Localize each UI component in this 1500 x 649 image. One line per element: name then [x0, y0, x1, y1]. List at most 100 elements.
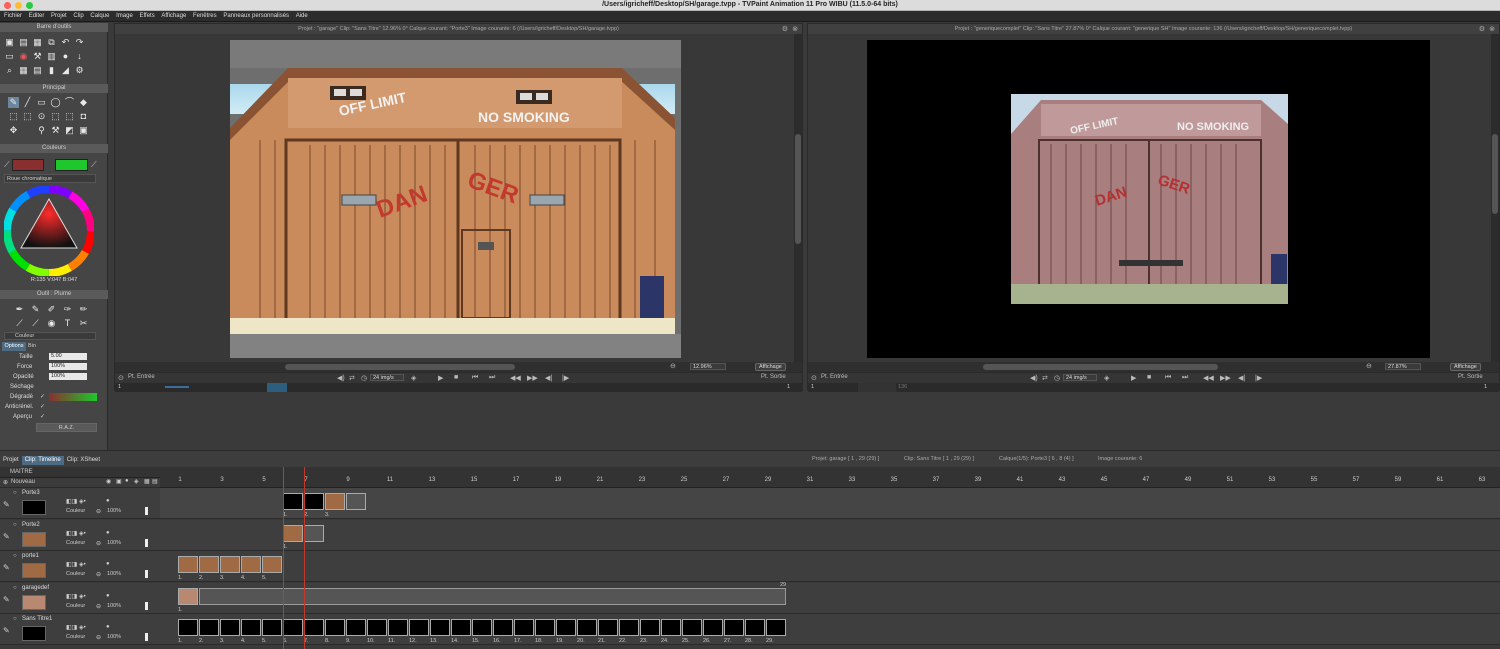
- layer-name[interactable]: porte1: [22, 553, 39, 559]
- layer-track[interactable]: 1. 2. 3. 4. 5. 6. 7. 8. 9. 10. 11. 12. 13. 14. 15. 16. 1…: [160, 614, 1500, 645]
- timeline-cell[interactable]: [556, 619, 576, 636]
- lasso-tool-icon[interactable]: ⬚: [22, 111, 33, 122]
- scroll-thumb[interactable]: [795, 134, 801, 244]
- menu-effets[interactable]: Effets: [135, 11, 154, 19]
- brush-icon[interactable]: ✎: [3, 500, 10, 509]
- timeline-cell[interactable]: [346, 619, 366, 636]
- timeline-cell[interactable]: [178, 556, 198, 573]
- knife-icon[interactable]: ⟋: [14, 318, 25, 329]
- triangle-icon[interactable]: ◢: [60, 65, 71, 76]
- canvas-area[interactable]: OFF LIMIT NO SMOKING DAN GER: [230, 40, 681, 358]
- airbrush-icon[interactable]: ✐: [46, 304, 57, 315]
- chalk-icon[interactable]: ✏: [78, 304, 89, 315]
- secondary-color-swatch[interactable]: [55, 159, 88, 171]
- timeline-cell[interactable]: [661, 619, 681, 636]
- curve-tool-icon[interactable]: ⌒: [64, 97, 75, 108]
- apercu-checkbox[interactable]: ✓: [40, 413, 45, 420]
- eyedropper-icon[interactable]: ⟋: [91, 160, 97, 170]
- layer-track[interactable]: 1. 29: [160, 582, 1500, 614]
- menu-fenetres[interactable]: Fenêtres: [189, 11, 217, 19]
- tab-clip-xsheet[interactable]: Clip: XSheet: [64, 456, 103, 465]
- timeline-cell[interactable]: [325, 493, 345, 510]
- opacity-slider[interactable]: [145, 601, 148, 610]
- shape-tool-icon[interactable]: ◩: [64, 125, 75, 136]
- move-tool-icon[interactable]: ✥: [8, 125, 19, 136]
- copy-icon[interactable]: ⧉: [46, 37, 57, 48]
- close-icon[interactable]: ⊗: [792, 25, 798, 33]
- layer-flags-icon[interactable]: ◧◨ ◈•: [66, 561, 86, 568]
- timeline-cell[interactable]: [472, 619, 492, 636]
- eye-icon[interactable]: ◉: [106, 478, 111, 485]
- timeline-cell[interactable]: [493, 619, 513, 636]
- fps-select[interactable]: 24 img/s: [370, 374, 404, 381]
- last-frame-icon[interactable]: ⏭: [1182, 374, 1188, 382]
- timeline-cell[interactable]: [178, 587, 198, 605]
- timeline-cell[interactable]: [640, 619, 660, 636]
- smudge-tool-icon[interactable]: ⚒: [50, 125, 61, 136]
- layer-track[interactable]: 1. 2. 3. 4. 5.: [160, 551, 1500, 582]
- timeline-cell[interactable]: [262, 556, 282, 573]
- menu-projet[interactable]: Projet: [47, 11, 67, 19]
- timeline-cell[interactable]: [409, 619, 429, 636]
- onion-icon[interactable]: ◈: [134, 478, 139, 485]
- layer-track[interactable]: 1.: [160, 519, 1500, 551]
- ellipse-tool-icon[interactable]: ◯: [50, 97, 61, 108]
- timeline-cell[interactable]: [703, 619, 723, 636]
- color-wheel-icon[interactable]: ◉: [18, 51, 29, 62]
- timeline-cell[interactable]: [619, 619, 639, 636]
- layer-light-icon[interactable]: ●: [106, 530, 110, 536]
- first-frame-icon[interactable]: ⏮: [1165, 374, 1171, 382]
- layer-opacity[interactable]: 100%: [107, 571, 121, 577]
- horizontal-scrollbar[interactable]: ⊖ 27.87% Affichage: [808, 362, 1499, 372]
- new-layer-icon[interactable]: ⊕: [3, 479, 8, 486]
- scrub-bar[interactable]: 1 1: [115, 383, 802, 392]
- opacity-slider[interactable]: [145, 538, 148, 547]
- loop-icon[interactable]: ⊙: [811, 374, 817, 382]
- light-icon[interactable]: ●: [125, 478, 129, 484]
- opacity-slider[interactable]: [145, 633, 148, 641]
- redo-icon[interactable]: ↷: [74, 37, 85, 48]
- menu-aide[interactable]: Aide: [292, 11, 308, 19]
- brush-icon[interactable]: ✎: [3, 595, 10, 604]
- layer-name[interactable]: garagedef: [22, 585, 49, 591]
- brush-icon[interactable]: ✎: [3, 626, 10, 635]
- timeline-ruler[interactable]: 1 3 5 7 9 11 13 15 17 19 21 23 25 27 29 31 33 35 37 39 41 43 4…: [160, 467, 1500, 488]
- step-back-icon[interactable]: ◀|: [1238, 374, 1245, 382]
- onion-icon[interactable]: ◈: [1104, 374, 1109, 382]
- last-frame-icon[interactable]: ⏭: [489, 374, 495, 382]
- anticrenel-checkbox[interactable]: ✓: [40, 403, 45, 410]
- timer-icon[interactable]: ◷: [361, 374, 367, 382]
- layer-blend-mode[interactable]: Couleur: [66, 540, 85, 546]
- opacity-slider[interactable]: [145, 507, 148, 515]
- viewer-options-icon[interactable]: ⚙: [782, 25, 788, 33]
- text-tool-icon[interactable]: T: [62, 318, 73, 329]
- pin-icon[interactable]: ↓: [74, 51, 85, 62]
- timeline-cell[interactable]: [199, 619, 219, 636]
- brush-icon[interactable]: ✎: [3, 563, 10, 572]
- zoom-input[interactable]: 12.96%: [690, 363, 726, 370]
- fps-select[interactable]: 24 img/s: [1063, 374, 1097, 381]
- scroll-thumb[interactable]: [983, 364, 1218, 370]
- new-layer-button[interactable]: Nouveau: [11, 479, 35, 485]
- layer-blend-mode[interactable]: Couleur: [66, 508, 85, 514]
- layer-light-icon[interactable]: ●: [106, 593, 110, 599]
- timeline-cell[interactable]: [766, 619, 786, 636]
- zoom-icon[interactable]: ⌕: [4, 65, 15, 76]
- tab-clip-timeline[interactable]: Clip: Timeline: [21, 456, 64, 465]
- current-frame-marker[interactable]: [283, 467, 284, 649]
- loop-icon[interactable]: ⊙: [118, 374, 124, 382]
- layer-name[interactable]: Porte2: [22, 522, 40, 528]
- layer-opacity[interactable]: 100%: [107, 508, 121, 514]
- layer-visibility-icon[interactable]: ○: [13, 490, 17, 496]
- loop-mode-icon[interactable]: ⇄: [349, 374, 355, 382]
- in-point-label[interactable]: Pt. Entrée: [128, 374, 155, 380]
- zoom-input[interactable]: 27.87%: [1385, 363, 1421, 370]
- size-input[interactable]: 5.00: [49, 353, 87, 360]
- layer-flags-icon[interactable]: ◧◨ ◈•: [66, 593, 86, 600]
- layer-blend-mode[interactable]: Couleur: [66, 603, 85, 609]
- timeline-cell[interactable]: [283, 524, 303, 542]
- fill-tool-icon[interactable]: ◆: [78, 97, 89, 108]
- brush-icon[interactable]: ⟋: [30, 318, 41, 329]
- timeline-cell[interactable]: [346, 493, 366, 510]
- layer-row[interactable]: ✎ ○ Porte3 ◧◨ ◈• ● Couleur ⊖ 100%: [0, 488, 160, 519]
